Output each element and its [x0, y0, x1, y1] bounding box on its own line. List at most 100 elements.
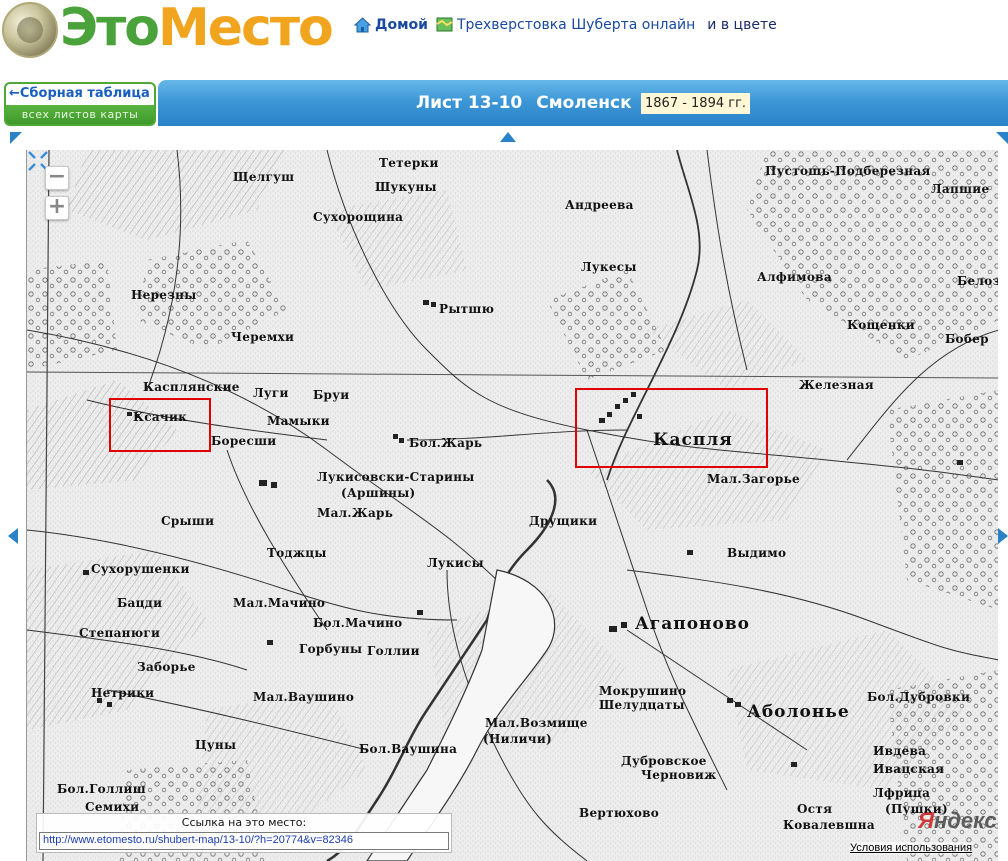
pan-north-icon[interactable]: [500, 132, 516, 142]
map-label: Кощенки: [847, 318, 915, 332]
map-label: (Аршины): [341, 486, 416, 500]
sheet-title: Лист 13-10 Смоленск: [416, 93, 632, 113]
top-nav: Домой Трехверстовка Шуберта онлайн и в ц…: [354, 16, 777, 33]
map-label: Горбуны: [299, 642, 363, 656]
highlight-box-ksachik: [109, 398, 211, 452]
map-label: Мокрушино: [599, 684, 687, 698]
map-label: Шелудцаты: [599, 698, 685, 712]
map-label: Мал.Мачино: [233, 596, 326, 610]
map-label: Голлии: [367, 644, 420, 658]
sheet-years-badge: 1867 - 1894 гг.: [641, 93, 751, 114]
map-label: Бацди: [117, 596, 163, 610]
sheet-city: Смоленск: [536, 93, 632, 113]
map-label: Бруи: [313, 388, 350, 402]
nav-shubert-map-label[interactable]: Трехверстовка Шуберта онлайн: [457, 17, 695, 33]
summary-table-button[interactable]: ←Сборная таблица всех листов карты: [4, 82, 156, 126]
map-label: Железная: [799, 378, 874, 392]
map-label: Боресши: [211, 434, 277, 448]
map-label: Черновиж: [641, 768, 717, 782]
map-label: Мал.Ваушино: [253, 690, 355, 704]
map-viewport[interactable]: Тетерки Щелгуш Шукуны Сухорощина Андреев…: [26, 150, 998, 861]
map-label: Рытшю: [439, 302, 495, 316]
map-label: Бол.Мачино: [313, 616, 403, 630]
map-label: Алфимова: [757, 270, 832, 284]
map-label: Заборье: [137, 660, 196, 674]
map-label: Тетерки: [379, 156, 439, 170]
permalink-field[interactable]: http://www.etomesto.ru/shubert-map/13-10…: [39, 832, 449, 850]
map-label: Андреева: [565, 198, 634, 212]
map-label: Цуны: [195, 738, 237, 752]
map-label: Пустошь-Подберезная: [765, 164, 931, 178]
map-label: Остя: [797, 802, 833, 816]
map-label: Друщики: [529, 514, 598, 528]
site-header: ЭтоМесто Домой Трехверстовка Шуберта онл…: [0, 0, 1008, 62]
pan-west-icon[interactable]: [8, 528, 18, 544]
map-label: Касплянские: [143, 380, 240, 394]
map-label: Лукисы: [427, 556, 484, 570]
permalink-caption: Ссылка на это место:: [181, 816, 307, 829]
map-label: Черемхи: [231, 330, 295, 344]
map-label: Белоз: [957, 274, 998, 288]
map-label: Агапоново: [635, 614, 750, 634]
map-label: Лукесы: [581, 260, 637, 274]
yandex-logo-part-1: Я: [918, 808, 935, 833]
pan-northeast-icon[interactable]: [996, 132, 1008, 144]
terms-of-use-link[interactable]: Условия использования: [850, 842, 973, 854]
map-label: Бобер: [945, 332, 989, 346]
pan-northwest-icon[interactable]: [10, 132, 22, 144]
nav-shubert-map[interactable]: Трехверстовка Шуберта онлайн: [436, 16, 695, 33]
sheet-title-bar: Лист 13-10 Смоленск 1867 - 1894 гг.: [158, 80, 1008, 126]
map-label: Нерезны: [131, 288, 197, 302]
map-label: Срыши: [161, 514, 215, 528]
pan-east-icon[interactable]: [998, 528, 1008, 544]
map-label: Тоджцы: [267, 546, 327, 560]
map-label: Щелгуш: [233, 170, 295, 184]
yandex-logo[interactable]: Яндекс: [918, 808, 997, 834]
map-label: Вертюхово: [579, 806, 660, 820]
map-label: Ковалевшна: [783, 818, 875, 832]
map-drawing: [27, 150, 998, 861]
map-label: Мамыки: [267, 414, 330, 428]
map-label: Аболонье: [747, 702, 850, 722]
yandex-logo-part-2: ндекс: [934, 808, 997, 833]
zoom-in-button[interactable]: +: [45, 196, 69, 220]
globe-logo-icon[interactable]: [2, 2, 58, 58]
page: ЭтоМесто Домой Трехверстовка Шуберта онл…: [0, 0, 1008, 861]
summary-table-label: ←Сборная таблица: [9, 86, 150, 101]
sheet-number: Лист 13-10: [416, 93, 523, 113]
logo-part-2: Место: [158, 0, 334, 58]
map-label: Мал.Жарь: [317, 506, 394, 520]
map-label: Лапшие: [931, 182, 990, 196]
map-label: Бол.Дубровки: [867, 690, 971, 704]
map-label: Семихи: [85, 800, 140, 814]
map-label: Бол.Голлиш: [57, 782, 146, 796]
map-label: (Ниличи): [483, 732, 553, 746]
nav-color-link[interactable]: и в цвете: [707, 17, 776, 33]
map-label: Шукуны: [375, 180, 437, 194]
site-logo[interactable]: ЭтоМесто: [60, 0, 334, 58]
map-label: Степанюги: [79, 626, 161, 640]
map-label: Мал.Загорье: [707, 472, 800, 486]
zoom-out-button[interactable]: −: [45, 166, 69, 190]
logo-part-1: Это: [60, 0, 160, 58]
map-label: Мал.Возмище: [485, 716, 588, 730]
highlight-box-kasplya: [575, 388, 768, 468]
map-label: Лукисовски-Старины: [317, 470, 475, 484]
summary-table-sublabel: всех листов карты: [21, 108, 139, 121]
map-label: Луги: [253, 386, 289, 400]
nav-home-label[interactable]: Домой: [375, 17, 428, 33]
map-label: Бол.Жарь: [409, 436, 483, 450]
home-icon: [354, 17, 371, 33]
map-label: Сухорощина: [313, 210, 404, 224]
map-label: Ивдева: [873, 744, 927, 758]
map-label: Сухорушенки: [91, 562, 190, 576]
map-icon: [436, 17, 453, 32]
nav-home[interactable]: Домой: [354, 16, 428, 33]
map-label: Дубровское: [621, 754, 707, 768]
map-label: Бол.Ваушина: [359, 742, 458, 756]
map-label: Нетрики: [91, 686, 155, 700]
map-label: Ивацская: [873, 762, 945, 776]
map-label: Лфрица: [873, 786, 931, 800]
map-label: Выдимо: [727, 546, 787, 560]
permalink-box: Ссылка на это место: http://www.etomesto…: [36, 813, 452, 853]
